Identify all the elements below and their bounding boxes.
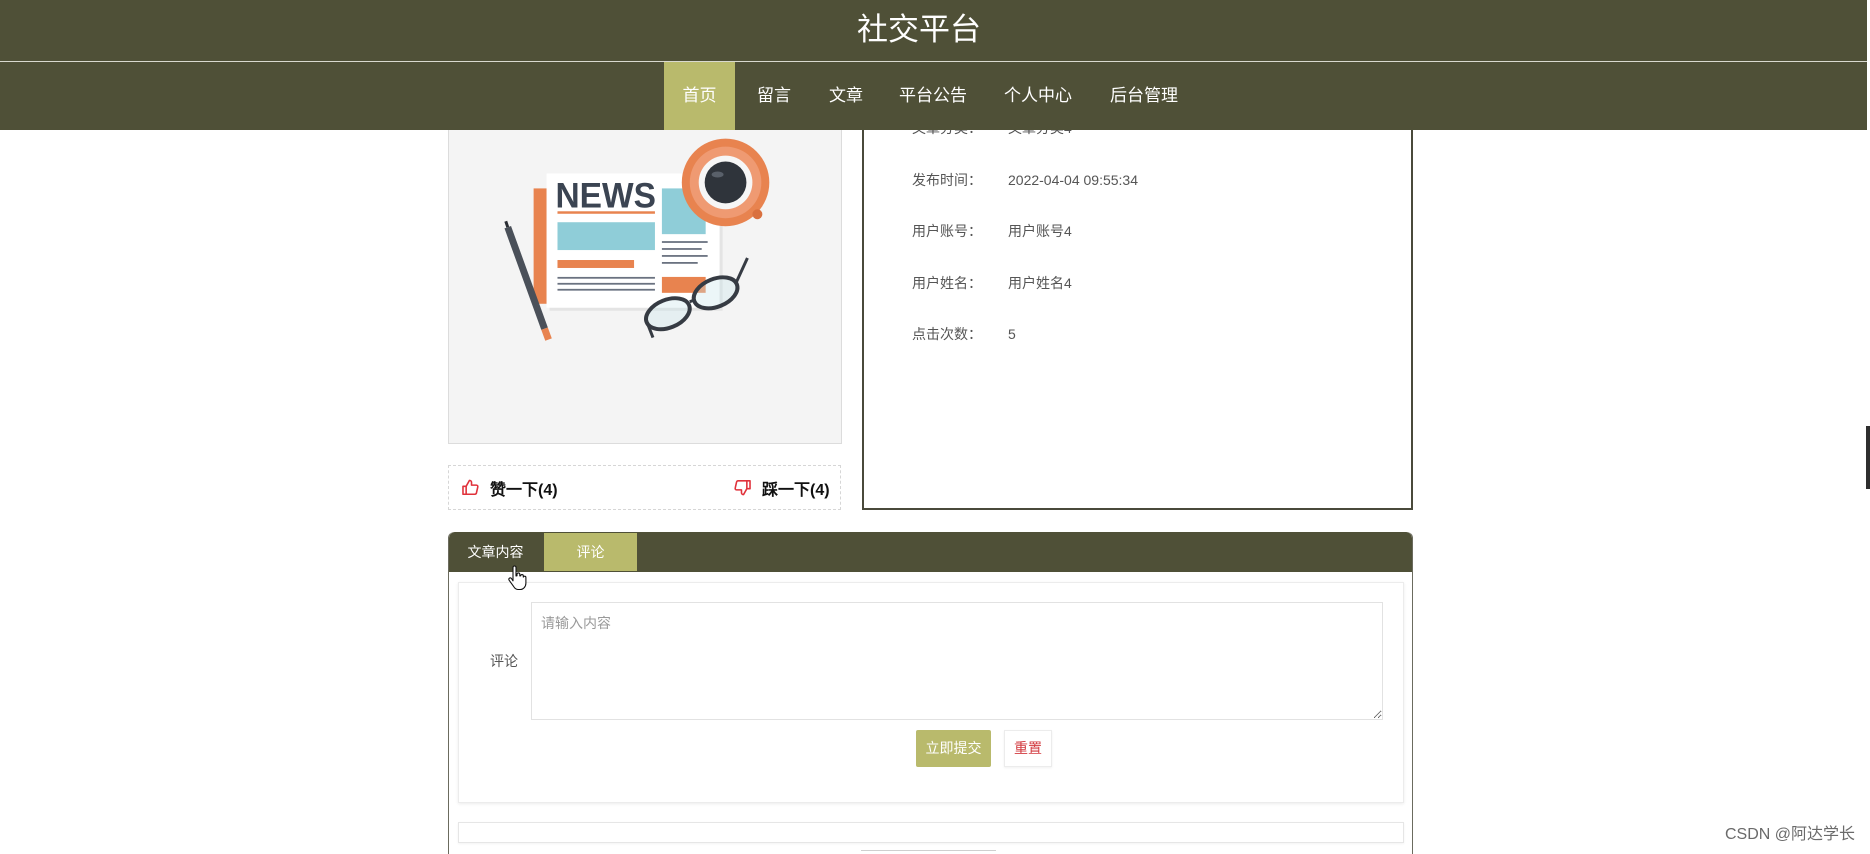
article-cover-image: NEWS: [448, 80, 842, 444]
comment-input[interactable]: [531, 602, 1383, 720]
detail-label: 用户姓名：: [912, 275, 982, 291]
pagination: [861, 850, 996, 854]
like-label: 赞一下(4): [490, 481, 558, 499]
main-nav: 首页 留言 文章 平台公告 个人中心 后台管理: [0, 62, 1867, 130]
reset-button[interactable]: 重置: [1004, 730, 1052, 767]
like-button[interactable]: 赞一下(4): [461, 466, 558, 509]
site-title: 社交平台: [857, 12, 981, 47]
comment-label: 评论: [490, 653, 518, 669]
site-header: 社交平台: [0, 0, 1867, 61]
tab-article-content[interactable]: 文章内容: [449, 532, 542, 572]
vote-box: 赞一下(4) 踩一下(4): [448, 465, 841, 510]
thumbs-up-icon: [462, 479, 479, 496]
detail-value: 2022-04-04 09:55:34: [1008, 172, 1138, 188]
submit-button[interactable]: 立即提交: [916, 730, 991, 767]
detail-label: 用户账号：: [912, 223, 982, 239]
nav-item-announcements[interactable]: 平台公告: [881, 62, 985, 130]
tab-bar: 文章内容 评论: [449, 532, 1412, 572]
detail-label: 点击次数：: [912, 326, 982, 342]
news-lettering: NEWS: [555, 176, 655, 215]
comment-list: [458, 822, 1404, 843]
hand-cursor-icon: [508, 565, 527, 591]
dislike-button[interactable]: 踩一下(4): [733, 466, 830, 509]
nav-item-admin[interactable]: 后台管理: [1092, 62, 1196, 130]
thumbs-down-icon: [734, 479, 751, 496]
detail-value: 5: [1008, 326, 1016, 342]
nav-item-profile[interactable]: 个人中心: [986, 62, 1090, 130]
detail-value: 用户姓名4: [1008, 275, 1072, 291]
nav-item-messages[interactable]: 留言: [739, 62, 809, 130]
nav-item-articles[interactable]: 文章: [811, 62, 881, 130]
news-illustration: NEWS: [504, 138, 770, 341]
dislike-label: 踩一下(4): [762, 481, 830, 499]
detail-value: 用户账号4: [1008, 223, 1072, 239]
detail-label: 发布时间：: [912, 172, 982, 188]
tab-comments[interactable]: 评论: [544, 533, 637, 571]
scrollbar-thumb[interactable]: [1866, 426, 1870, 489]
watermark: CSDN @阿达学长: [1724, 826, 1855, 843]
nav-item-home[interactable]: 首页: [664, 62, 735, 130]
